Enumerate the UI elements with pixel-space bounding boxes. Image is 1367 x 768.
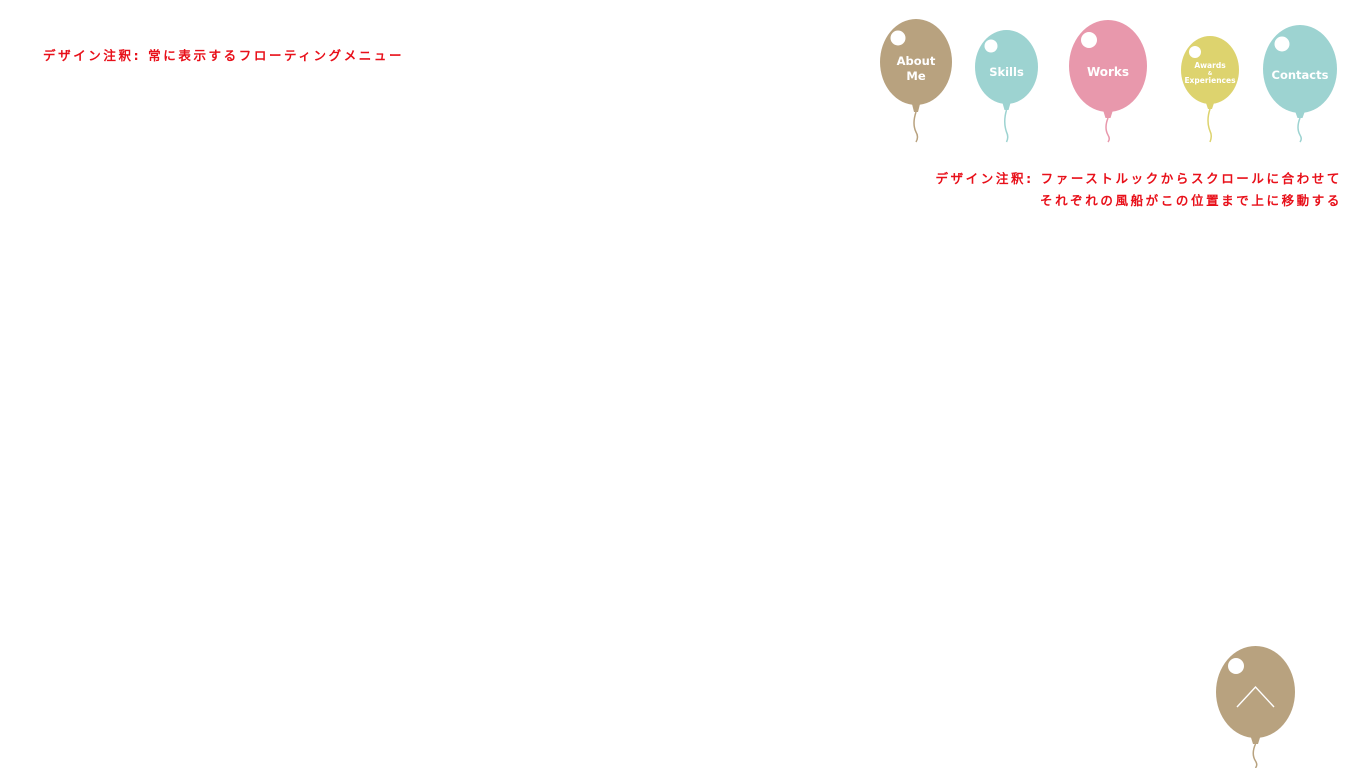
nav-balloon-contacts[interactable]: Contacts [1263,25,1337,143]
balloon-icon [1181,36,1239,143]
design-note-floating-menu: デザイン注釈: 常に表示するフローティングメニュー [43,48,405,63]
nav-label-about-me: About Me [896,54,936,83]
design-note-line-2: それぞれの風船がこの位置まで上に移動する [1039,193,1342,208]
nav-balloon-awards-experiences[interactable]: Awards & Experiences [1181,36,1239,143]
balloon-icon [1069,20,1147,143]
back-to-top-button[interactable] [1216,646,1295,768]
design-note-line-1: デザイン注釈: ファーストルックからスクロールに合わせて [935,171,1342,186]
balloon-icon [1216,646,1295,768]
balloon-icon [1263,25,1337,143]
nav-label-works: Works [1086,65,1130,79]
design-note-first-look: デザイン注釈: ファーストルックからスクロールに合わせて それぞれの風船がこの位… [935,168,1342,212]
page: デザイン注釈: 常に表示するフローティングメニュー デザイン注釈: ファーストル… [0,0,1367,768]
nav-balloon-works[interactable]: Works [1069,20,1147,143]
nav-label-awards-experiences: Awards & Experiences [1184,61,1236,85]
nav-balloon-about-me[interactable]: About Me [880,19,952,143]
nav-label-contacts: Contacts [1271,68,1329,82]
nav-balloon-skills[interactable]: Skills [975,30,1038,143]
nav-label-skills: Skills [989,65,1024,79]
balloon-icon [975,30,1038,143]
